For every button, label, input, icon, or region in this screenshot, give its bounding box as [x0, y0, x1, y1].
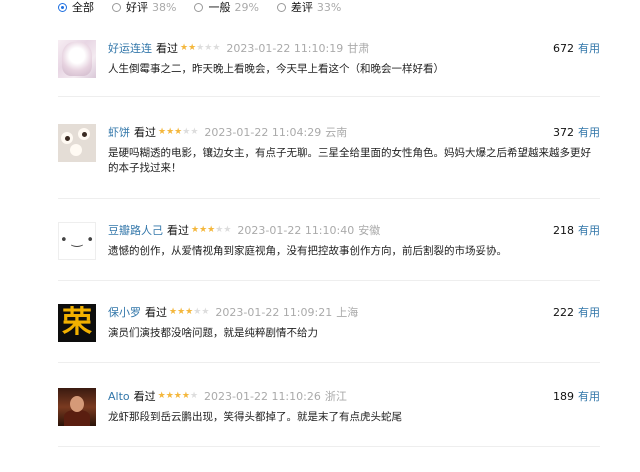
review-content: 遗憾的创作，从爱情视角到家庭视角，没有把控故事创作方向，前后割裂的市场妥协。: [108, 245, 507, 257]
filter-percentage: 38%: [152, 0, 177, 14]
review-location: 云南: [325, 126, 348, 139]
review-content: 龙虾那段到岳云鹏出现，笑得头都掉了。就是末了有点虎头蛇尾: [108, 411, 402, 423]
filter-negative[interactable]: 差评 33%: [276, 0, 342, 15]
filter-all[interactable]: 全部: [58, 0, 94, 15]
review-item: Alto 看过 ★ ★ ★ ★ ★ 2023-01-22 11:10:26 浙江 189…: [58, 382, 600, 462]
useful-button[interactable]: 有用: [578, 222, 600, 238]
filter-percentage: 33%: [316, 0, 342, 14]
vote-area: 372 有用: [553, 124, 600, 140]
radio-icon[interactable]: [194, 2, 204, 12]
username-link[interactable]: Alto: [108, 390, 130, 403]
yellow-glyph-avatar[interactable]: 荣: [58, 304, 96, 342]
filter-label: 差评: [290, 1, 313, 14]
username-link[interactable]: 豆瓣路人己: [108, 222, 163, 238]
filter-positive[interactable]: 好评 38%: [112, 0, 176, 15]
rating-stars: ★ ★ ★ ★ ★: [158, 126, 199, 137]
vote-area: 222 有用: [553, 304, 600, 320]
filter-label: 一般: [208, 1, 231, 14]
review-time: 2023-01-22 11:10:26: [204, 389, 321, 403]
glyph-icon: 荣: [62, 305, 92, 340]
divider: [58, 96, 600, 97]
vote-count: 672: [553, 41, 574, 55]
anime-girl-avatar[interactable]: [58, 40, 96, 78]
useful-button[interactable]: 有用: [578, 124, 600, 140]
watched-label: 看过: [134, 126, 156, 139]
rating-stars: ★ ★ ★ ★ ★: [191, 224, 232, 235]
divider: [58, 362, 600, 363]
filter-label: 好评: [126, 1, 148, 14]
vote-count: 189: [553, 389, 574, 403]
rating-filter-bar: 全部 好评 38% 一般 29% 差评 33%: [58, 0, 359, 14]
username-link[interactable]: 保小罗: [108, 304, 141, 320]
review-time: 2023-01-22 11:04:29: [204, 125, 322, 139]
radio-icon[interactable]: [58, 2, 67, 12]
review-location: 安徽: [358, 224, 381, 237]
rating-stars: ★ ★ ★ ★ ★: [180, 42, 221, 53]
watched-label: 看过: [156, 42, 178, 55]
filter-percentage: 29%: [234, 0, 259, 14]
vote-area: 672 有用: [553, 40, 600, 56]
username-link[interactable]: 好运连连: [108, 40, 152, 56]
plush-toy-avatar[interactable]: [58, 124, 96, 162]
review-content: 是硬吗糊透的电影，镶边女主，有点子无聊。三星全给里面的女性角色。妈妈大爆之后希望…: [108, 147, 591, 174]
vote-area: 189 有用: [553, 388, 600, 404]
smiley-avatar[interactable]: • ‿ •: [58, 222, 96, 260]
useful-button[interactable]: 有用: [578, 40, 600, 56]
radio-icon[interactable]: [276, 2, 286, 12]
watched-label: 看过: [145, 306, 167, 319]
divider: [58, 446, 600, 447]
review-item: 虾饼 看过 ★ ★ ★ ★ ★ 2023-01-22 11:04:29 云南 372 有…: [58, 118, 600, 208]
watched-label: 看过: [167, 224, 189, 237]
rating-stars: ★ ★ ★ ★ ★: [157, 390, 199, 401]
photo-avatar[interactable]: [58, 388, 96, 426]
username-link[interactable]: 虾饼: [108, 124, 130, 140]
radio-icon[interactable]: [112, 2, 121, 12]
review-item: 好运连连 看过 ★ ★ ★ ★ ★ 2023-01-22 11:10:19 甘肃 672…: [58, 34, 600, 110]
review-time: 2023-01-22 11:10:19: [226, 41, 344, 55]
review-item: • ‿ • 豆瓣路人己 看过 ★ ★ ★ ★ ★ 2023-01-22 11:10:40…: [58, 216, 600, 294]
watched-label: 看过: [133, 390, 156, 403]
vote-area: 218 有用: [553, 222, 600, 238]
rating-stars: ★ ★ ★ ★ ★: [169, 306, 210, 317]
review-item: 荣 保小罗 看过 ★ ★ ★ ★ ★ 2023-01-22 11:09:21 上海 22…: [58, 298, 600, 378]
review-content: 人生倒霉事之二，昨天晚上看晚会，今天早上看这个（和晚会一样好看）: [108, 63, 444, 75]
review-location: 浙江: [324, 390, 347, 403]
vote-count: 372: [553, 125, 574, 139]
vote-count: 222: [553, 305, 574, 319]
review-time: 2023-01-22 11:09:21: [215, 305, 333, 319]
divider: [58, 198, 600, 199]
smiley-icon: • ‿ •: [59, 233, 95, 248]
review-location: 甘肃: [347, 42, 370, 55]
filter-neutral[interactable]: 一般 29%: [194, 0, 259, 15]
useful-button[interactable]: 有用: [578, 388, 600, 404]
review-time: 2023-01-22 11:10:40: [237, 223, 355, 237]
divider: [58, 280, 600, 281]
filter-label: 全部: [72, 1, 94, 14]
review-location: 上海: [336, 306, 359, 319]
review-content: 演员们演技都没啥问题，就是纯粹剧情不给力: [108, 327, 318, 339]
useful-button[interactable]: 有用: [578, 304, 600, 320]
vote-count: 218: [553, 223, 574, 237]
